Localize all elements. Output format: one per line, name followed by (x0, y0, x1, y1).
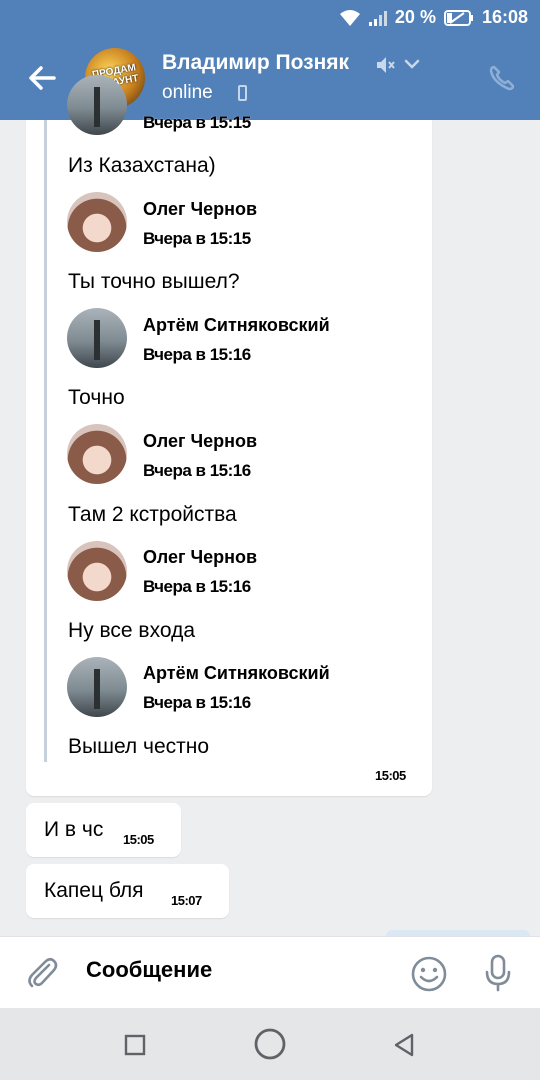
avatar (67, 192, 127, 252)
message-bubble[interactable]: И в чс 15:05 (26, 803, 181, 857)
message-time: Вчера в 15:15 (143, 113, 251, 132)
online-status: online (162, 82, 213, 103)
forwarded-text: Ты точно вышел? (68, 270, 240, 293)
sender-name: Олег Чернов (143, 199, 258, 219)
avatar (67, 657, 127, 717)
message-text: Капец бля (44, 879, 144, 902)
back-nav-icon[interactable] (392, 1032, 416, 1058)
status-bar: 20 % 16:08 (0, 0, 540, 36)
sender-name: Артём Ситняковский (143, 663, 330, 683)
chat-title[interactable]: Владимир Позняк (162, 51, 349, 75)
home-icon[interactable] (252, 1026, 288, 1062)
sender-name: Олег Чернов (143, 547, 258, 567)
avatar (67, 424, 127, 484)
sender-name: Олег Чернов (143, 431, 258, 451)
clock: 16:08 (481, 7, 528, 27)
forwarded-text: Там 2 кстройства (68, 503, 237, 526)
phone-call-icon[interactable] (488, 64, 516, 92)
back-arrow-icon[interactable] (24, 60, 60, 96)
message-bubble[interactable]: Капец бля 15:07 (26, 864, 229, 918)
avatar (67, 541, 127, 601)
battery-icon (443, 9, 473, 26)
message-text: И в чс (44, 818, 104, 841)
mute-icon (377, 57, 395, 73)
quote-line (44, 120, 47, 762)
forwarded-text: Из Казахстана) (68, 154, 216, 177)
chevron-down-icon[interactable] (404, 58, 420, 70)
microphone-icon[interactable] (482, 953, 514, 993)
battery-percent: 20 % (394, 7, 436, 27)
forwarded-text: Точно (68, 386, 125, 409)
wifi-icon (339, 9, 360, 26)
forwarded-text: Ну все входа (68, 619, 196, 642)
message-time: Вчера в 15:15 (143, 229, 251, 248)
paperclip-icon[interactable] (25, 955, 59, 991)
message-timestamp: 15:05 (375, 768, 406, 783)
system-nav-bar (0, 1008, 540, 1080)
message-composer: Сообщение (0, 936, 540, 1009)
message-time: Вчера в 15:16 (143, 693, 251, 712)
recents-icon[interactable] (124, 1034, 146, 1056)
message-time: Вчера в 15:16 (143, 461, 251, 480)
message-timestamp: 15:05 (123, 832, 154, 847)
message-timestamp: 15:07 (171, 893, 202, 908)
emoji-icon[interactable] (410, 955, 448, 993)
avatar (67, 75, 127, 135)
mobile-icon (238, 85, 247, 101)
signal-icon (368, 10, 387, 26)
sender-name: Артём Ситняковский (143, 315, 330, 335)
forwarded-text: Вышел честно (68, 735, 210, 758)
message-time: Вчера в 15:16 (143, 345, 251, 364)
avatar (67, 308, 127, 368)
message-time: Вчера в 15:16 (143, 577, 251, 596)
message-input[interactable]: Сообщение (86, 957, 212, 983)
